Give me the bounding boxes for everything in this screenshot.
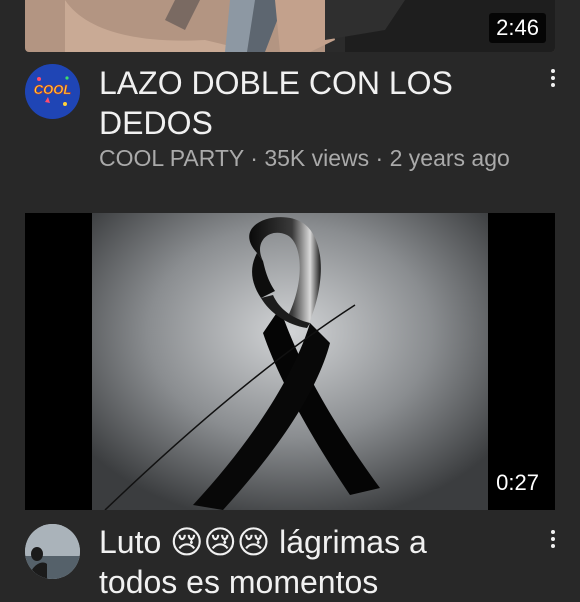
kebab-dot	[551, 83, 555, 87]
channel-avatar[interactable]	[25, 524, 80, 579]
mourning-ribbon-image	[25, 213, 555, 510]
avatar-image	[25, 524, 80, 579]
meta-separator: ·	[375, 145, 384, 171]
upload-age: 2 years ago	[389, 145, 510, 171]
title-word: Luto	[99, 524, 162, 560]
video-duration-badge: 2:46	[489, 13, 546, 43]
more-options-button[interactable]	[546, 69, 560, 87]
video-title[interactable]: Luto 😢😢😢 lágrimas a todos es momentos	[99, 522, 499, 602]
view-count: 35K views	[264, 145, 370, 171]
title-rest: lágrimas a	[279, 524, 427, 560]
kebab-dot	[551, 69, 555, 73]
kebab-dot	[551, 530, 555, 534]
video-thumbnail[interactable]: 0:27	[25, 213, 555, 510]
thumbnail-image	[25, 0, 555, 52]
kebab-dot	[551, 76, 555, 80]
crying-face-emojis: 😢😢😢	[170, 524, 271, 560]
cool-party-logo: COOL	[25, 64, 80, 119]
video-thumbnail[interactable]: 2:46	[25, 0, 555, 52]
kebab-dot	[551, 537, 555, 541]
meta-separator: ·	[250, 145, 258, 171]
channel-name[interactable]: COOL PARTY	[99, 145, 244, 171]
video-title[interactable]: LAZO DOBLE CON LOS DEDOS	[99, 63, 499, 143]
more-options-button[interactable]	[546, 530, 560, 548]
video-duration-badge: 0:27	[489, 468, 546, 498]
channel-avatar[interactable]: COOL	[25, 64, 80, 119]
kebab-dot	[551, 544, 555, 548]
logo-text: COOL	[34, 82, 72, 97]
title-line-2: todos es momentos	[99, 564, 379, 600]
video-metadata: COOL PARTY · 35K views · 2 years ago	[99, 145, 510, 172]
